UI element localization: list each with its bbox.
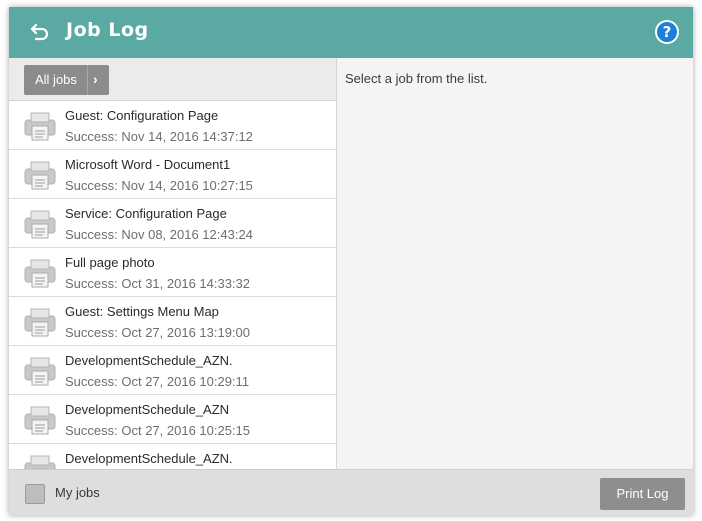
job-status: Success: Oct 27, 2016 10:25:15 [65,423,251,438]
filter-bar: All jobs › [9,58,336,101]
job-list-item[interactable]: DevelopmentSchedule_AZN. Success: Oct 27,… [9,346,336,395]
printer-icon [24,209,56,239]
printer-icon [24,454,56,469]
job-name: Full page photo [65,255,155,270]
job-status: Success: Nov 14, 2016 10:27:15 [65,178,253,193]
chevron-right-icon: › [93,71,98,87]
printer-icon [24,405,56,435]
job-status: Success: Oct 27, 2016 10:29:11 [65,374,250,389]
job-name: Microsoft Word - Document1 [65,157,231,172]
job-name: DevelopmentSchedule_AZN. [65,451,233,466]
printer-icon [24,307,56,337]
job-status: Success: Nov 14, 2016 14:37:12 [65,129,253,144]
job-list-item[interactable]: DevelopmentSchedule_AZN Success: Oct 27, … [9,395,336,444]
page-title: Job Log [66,19,149,41]
job-detail-pane: Select a job from the list. [337,58,693,469]
job-list-item[interactable]: DevelopmentSchedule_AZN. [9,444,336,469]
help-icon[interactable]: ? [655,20,679,44]
bottom-bar: My jobs Print Log [9,469,693,515]
job-status: Success: Nov 08, 2016 12:43:24 [65,227,253,242]
job-name: Service: Configuration Page [65,206,227,221]
job-list-item[interactable]: Service: Configuration Page Success: Nov … [9,199,336,248]
printer-icon [24,111,56,141]
print-log-button[interactable]: Print Log [600,478,685,510]
job-list: Guest: Configuration Page Success: Nov 14… [9,101,336,469]
printer-icon [24,160,56,190]
printer-icon [24,356,56,386]
back-arrow-icon[interactable] [27,20,51,44]
select-job-prompt: Select a job from the list. [345,71,488,86]
all-jobs-filter-button[interactable]: All jobs › [24,65,109,95]
job-name: DevelopmentSchedule_AZN [65,402,230,417]
job-list-item[interactable]: Guest: Settings Menu Map Success: Oct 27,… [9,297,336,346]
my-jobs-label: My jobs [55,485,100,500]
title-bar: Job Log ? [9,7,693,58]
job-status: Success: Oct 31, 2016 14:33:32 [65,276,251,291]
job-list-item[interactable]: Microsoft Word - Document1 Success: Nov 1… [9,150,336,199]
job-name: Guest: Configuration Page [65,108,219,123]
job-name: DevelopmentSchedule_AZN. [65,353,233,368]
my-jobs-checkbox[interactable] [25,484,45,504]
job-list-item[interactable]: Guest: Configuration Page Success: Nov 14… [9,101,336,150]
job-log-screen: Job Log ? All jobs › Guest: Configuratio… [9,7,693,515]
job-name: Guest: Settings Menu Map [65,304,219,319]
job-list-pane: All jobs › Guest: Configuration Page Succ… [9,58,337,469]
filter-label: All jobs [35,72,77,87]
job-list-item[interactable]: Full page photo Success: Oct 31, 2016 14:… [9,248,336,297]
printer-icon [24,258,56,288]
job-status: Success: Oct 27, 2016 13:19:00 [65,325,251,340]
filter-separator [87,65,88,95]
